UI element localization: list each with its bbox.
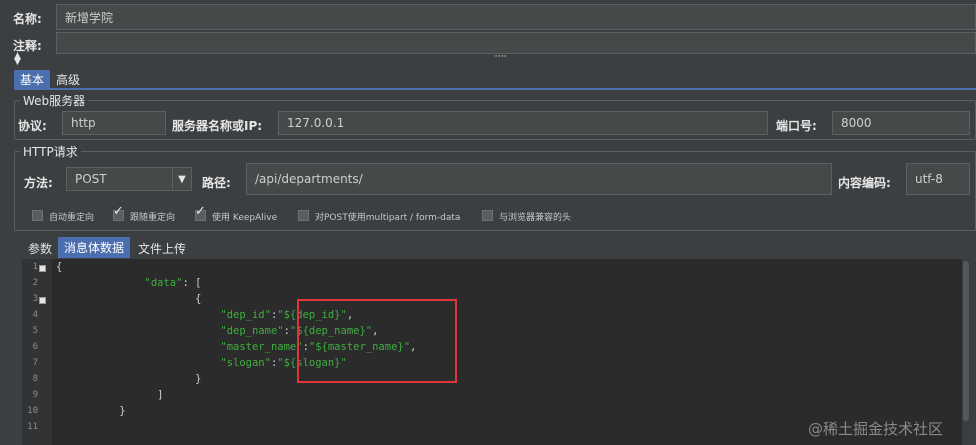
web-server-title: Web服务器	[20, 92, 89, 109]
multipart-checkbox[interactable]	[298, 210, 309, 221]
comment-field[interactable]	[56, 32, 976, 54]
line-number: 7	[32, 358, 38, 368]
tab-file-upload[interactable]: 文件上传	[132, 238, 192, 258]
check-icon: ✓	[113, 204, 124, 219]
tab-advanced[interactable]: 高级	[50, 70, 86, 89]
name-field[interactable]: 新增学院	[56, 4, 976, 30]
line-number: 1	[32, 262, 38, 272]
line-number: 3	[32, 294, 38, 304]
chevron-down-icon[interactable]: ▼	[172, 168, 191, 190]
fold-icon[interactable]	[39, 297, 46, 304]
browser-headers-checkbox[interactable]	[482, 210, 493, 221]
path-field[interactable]: /api/departments/	[246, 163, 832, 195]
line-number: 11	[27, 422, 38, 432]
tab-underline	[14, 88, 976, 90]
http-request-title: HTTP请求	[20, 143, 81, 160]
name-value: 新增学院	[65, 10, 114, 25]
fold-icon[interactable]	[39, 265, 46, 272]
follow-redirect-label: 跟随重定向	[130, 213, 176, 223]
multipart-label: 对POST使用multipart / form-data	[315, 213, 461, 223]
tab-body-data[interactable]: 消息体数据	[58, 237, 131, 258]
port-label: 端口号:	[776, 119, 817, 133]
auto-redirect-checkbox[interactable]	[32, 210, 43, 221]
code-line: "data": [	[144, 277, 202, 289]
encoding-label: 内容编码:	[838, 176, 891, 190]
protocol-label: 协议:	[18, 119, 47, 133]
watermark: @稀土掘金技术社区	[808, 420, 944, 438]
line-number: 10	[27, 406, 38, 416]
name-label: 名称:	[13, 12, 42, 26]
code-line: }	[195, 373, 202, 385]
keepalive-checkbox[interactable]: ✓	[195, 205, 206, 221]
browser-headers-label: 与浏览器兼容的头	[499, 213, 572, 223]
protocol-field[interactable]: http	[62, 111, 166, 135]
keepalive-label: 使用 KeepAlive	[212, 213, 278, 223]
line-number: 4	[32, 310, 38, 320]
scrollbar-thumb[interactable]	[963, 261, 969, 421]
code-line: ]	[157, 389, 164, 401]
line-gutter: 1 2 3 4 5 6 7 8 9 10 11	[22, 259, 52, 445]
collapse-arrows-icon[interactable]: ▲ ▼	[14, 52, 21, 67]
code-line: {	[56, 261, 63, 273]
path-label: 路径:	[202, 176, 231, 190]
method-select[interactable]: POST ▼	[66, 167, 192, 191]
port-field[interactable]: 8000	[832, 111, 970, 135]
line-number: 2	[32, 278, 38, 288]
tab-parameters[interactable]: 参数	[22, 238, 58, 258]
server-field[interactable]: 127.0.0.1	[278, 111, 768, 135]
follow-redirect-checkbox[interactable]: ✓	[113, 205, 124, 221]
code-line: }	[119, 405, 126, 417]
code-line: {	[195, 293, 202, 305]
tab-basic[interactable]: 基本	[14, 70, 51, 89]
check-icon: ✓	[195, 204, 206, 219]
line-number: 8	[32, 374, 38, 384]
line-number: 6	[32, 342, 38, 352]
splitter-grip[interactable]: """"	[494, 54, 507, 62]
method-label: 方法:	[24, 176, 53, 190]
server-label: 服务器名称或IP:	[172, 119, 263, 133]
line-number: 9	[32, 390, 38, 400]
encoding-field[interactable]: utf-8	[906, 163, 970, 195]
line-number: 5	[32, 326, 38, 336]
highlight-box	[297, 299, 457, 383]
auto-redirect-label: 自动重定向	[49, 213, 95, 223]
